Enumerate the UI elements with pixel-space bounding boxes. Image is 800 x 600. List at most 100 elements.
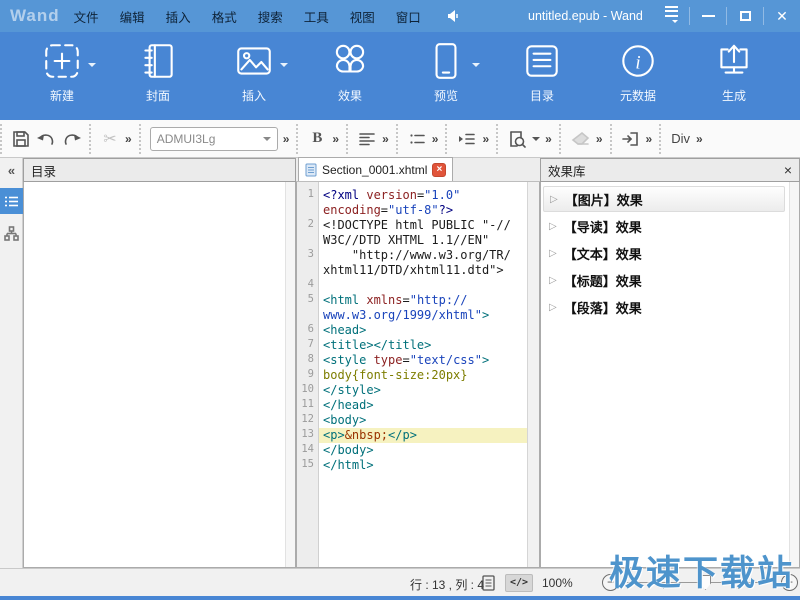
effects-item-title[interactable]: ▷ 【标题】效果 [543, 267, 785, 293]
code-line[interactable]: <?xml version="1.0" [319, 188, 527, 203]
menu-edit[interactable]: 编辑 [120, 7, 145, 26]
save-button[interactable] [9, 126, 33, 152]
speaker-icon[interactable] [447, 9, 461, 23]
redo-button[interactable] [59, 126, 85, 152]
search-document-button[interactable] [505, 126, 530, 152]
effects-scrollbar[interactable] [789, 182, 799, 567]
preview-phone-icon [425, 37, 467, 85]
chevron-down-icon[interactable] [532, 137, 540, 145]
overflow-chevron[interactable]: » [429, 132, 442, 146]
quick-menu-button[interactable] [653, 0, 689, 32]
effects-item-image[interactable]: ▷ 【图片】效果 [543, 186, 785, 212]
app-logo: Wand [10, 6, 60, 26]
indent-button[interactable] [454, 126, 479, 152]
chevron-down-icon[interactable] [472, 63, 480, 71]
tab-section-0001[interactable]: Section_0001.xhtml × [298, 157, 453, 181]
code-line[interactable]: <title></title> [319, 338, 527, 353]
code-line[interactable]: </body> [319, 443, 527, 458]
overflow-chevron[interactable]: » [280, 132, 293, 146]
div-button[interactable]: Div [668, 126, 693, 152]
code-line[interactable]: </html> [319, 458, 527, 473]
bullet-list-button[interactable] [405, 126, 429, 152]
structure-view-button[interactable] [0, 220, 23, 246]
effects-panel-close-button[interactable]: × [784, 162, 792, 178]
effects-item-guide[interactable]: ▷ 【导读】效果 [543, 213, 785, 239]
overflow-chevron[interactable]: » [542, 132, 555, 146]
align-left-button[interactable] [355, 126, 379, 152]
code-line[interactable]: <body> [319, 413, 527, 428]
insert-button[interactable]: 插入 [206, 37, 302, 115]
effects-button[interactable]: 效果 [302, 37, 398, 115]
clipboard-group: ✂ » [89, 124, 139, 154]
expand-triangle-icon[interactable]: ▷ [549, 302, 557, 313]
code-line[interactable]: W3C//DTD XHTML 1.1//EN" [319, 233, 527, 248]
code-line[interactable]: <!DOCTYPE html PUBLIC "-// [319, 218, 527, 233]
window-bottom-border [0, 596, 800, 600]
code-line[interactable]: <head> [319, 323, 527, 338]
code-line[interactable]: "http://www.w3.org/TR/ [319, 248, 527, 263]
menu-tools[interactable]: 工具 [304, 7, 329, 26]
generate-icon [713, 37, 755, 85]
editor-scrollbar[interactable] [527, 182, 539, 567]
menu-view[interactable]: 视图 [350, 7, 375, 26]
code-area[interactable]: 123456789101112131415 <?xml version="1.0… [296, 182, 540, 568]
code-line[interactable] [319, 278, 527, 293]
tab-close-button[interactable]: × [432, 163, 446, 177]
effects-item-paragraph[interactable]: ▷ 【段落】效果 [543, 294, 785, 320]
overflow-chevron[interactable]: » [643, 132, 656, 146]
overflow-chevron[interactable]: » [593, 132, 606, 146]
code-line-current[interactable]: <p>&nbsp;</p> [319, 428, 527, 443]
chevron-down-icon[interactable] [280, 63, 288, 71]
overflow-chevron[interactable]: » [329, 132, 342, 146]
menu-file[interactable]: 文件 [74, 7, 99, 26]
toc-scrollbar[interactable] [285, 182, 295, 567]
eraser-icon[interactable] [568, 126, 593, 152]
expand-triangle-icon[interactable]: ▷ [549, 221, 557, 232]
code-view-button[interactable]: </> [505, 574, 533, 592]
document-view-button[interactable] [482, 575, 495, 596]
toc-button[interactable]: 目录 [494, 37, 590, 115]
new-button[interactable]: 新建 [14, 37, 110, 115]
toc-panel-body[interactable] [23, 182, 296, 568]
overflow-chevron[interactable]: » [379, 132, 392, 146]
toc-panel: 目录 [23, 158, 296, 568]
undo-button[interactable] [33, 126, 59, 152]
code-line[interactable]: www.w3.org/1999/xhtml"> [319, 308, 527, 323]
maximize-button[interactable] [727, 0, 763, 32]
generate-button[interactable]: 生成 [686, 37, 782, 115]
menu-insert[interactable]: 插入 [166, 7, 191, 26]
cover-button[interactable]: 封面 [110, 37, 206, 115]
expand-triangle-icon[interactable]: ▷ [549, 248, 557, 259]
code-line[interactable]: </style> [319, 383, 527, 398]
chevron-down-icon[interactable] [88, 63, 96, 71]
menu-window[interactable]: 窗口 [396, 7, 421, 26]
line-number: 4 [297, 278, 318, 293]
metadata-button[interactable]: i 元数据 [590, 37, 686, 115]
collapse-panel-button[interactable]: « [0, 158, 23, 182]
code-line[interactable]: body{font-size:20px} [319, 368, 527, 383]
file-edit-group [0, 124, 89, 154]
preview-button[interactable]: 预览 [398, 37, 494, 115]
code-line[interactable]: xhtml11/DTD/xhtml11.dtd"> [319, 263, 527, 278]
code-line[interactable]: <html xmlns="http:// [319, 293, 527, 308]
code-lines[interactable]: <?xml version="1.0"encoding="utf-8"?><!D… [319, 182, 527, 567]
code-line[interactable]: </head> [319, 398, 527, 413]
overflow-chevron[interactable]: » [122, 132, 135, 146]
expand-triangle-icon[interactable]: ▷ [550, 194, 558, 205]
font-family-select[interactable]: ADMUI3Lg [150, 127, 278, 151]
expand-triangle-icon[interactable]: ▷ [549, 275, 557, 286]
insert-into-button[interactable] [619, 126, 643, 152]
menu-format[interactable]: 格式 [212, 7, 237, 26]
cut-button[interactable]: ✂ [98, 126, 122, 152]
code-line[interactable]: <style type="text/css"> [319, 353, 527, 368]
effects-item-text[interactable]: ▷ 【文本】效果 [543, 240, 785, 266]
toc-view-button[interactable] [0, 188, 23, 214]
minimize-button[interactable] [690, 0, 726, 32]
bold-button[interactable]: B [305, 126, 329, 152]
overflow-chevron[interactable]: » [693, 132, 706, 146]
code-line[interactable]: encoding="utf-8"?> [319, 203, 527, 218]
overflow-chevron[interactable]: » [479, 132, 492, 146]
menu-search[interactable]: 搜索 [258, 7, 283, 26]
effects-panel-header: 效果库 × [540, 158, 800, 182]
close-button[interactable]: ✕ [764, 0, 800, 32]
